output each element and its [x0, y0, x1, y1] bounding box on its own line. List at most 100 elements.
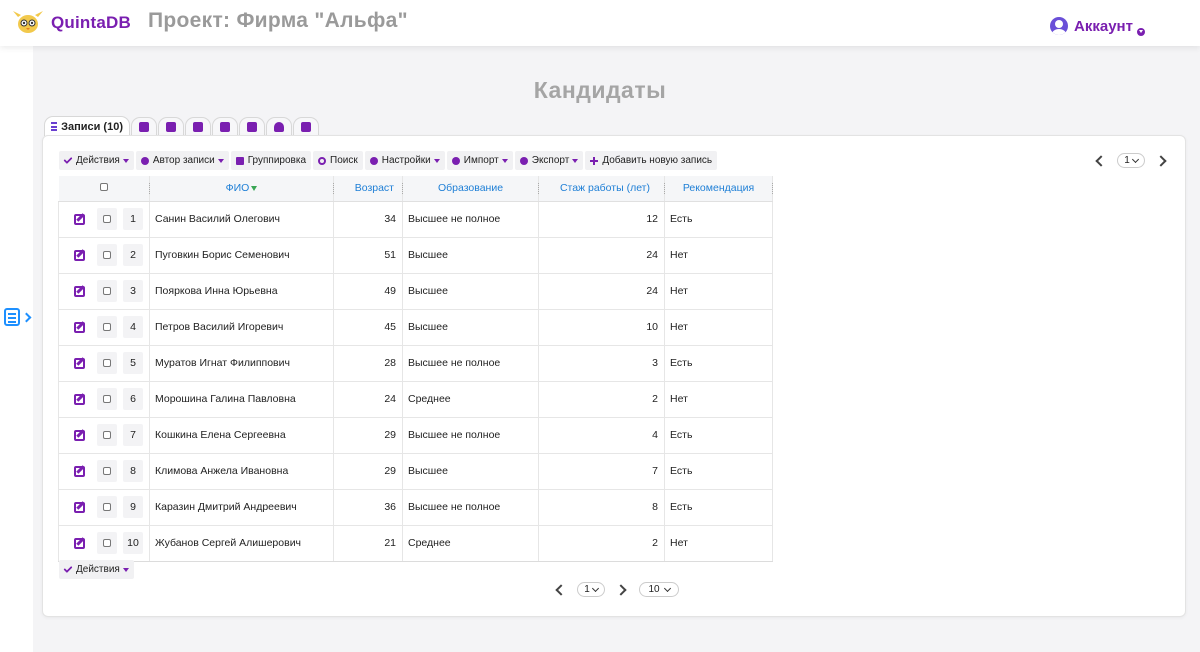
cell-fio[interactable]: Пояркова Инна Юрьевна — [149, 273, 334, 310]
row-checkbox[interactable] — [103, 539, 111, 547]
cell-experience[interactable]: 8 — [538, 489, 665, 526]
row-checkbox[interactable] — [103, 323, 111, 331]
cell-recommendation[interactable]: Есть — [664, 417, 773, 454]
cell-experience[interactable]: 7 — [538, 453, 665, 490]
cell-fio[interactable]: Кошкина Елена Сергеевна — [149, 417, 334, 454]
cell-education[interactable]: Высшее — [402, 453, 539, 490]
logo-icon[interactable] — [10, 9, 46, 35]
cell-education[interactable]: Высшее — [402, 237, 539, 274]
cell-education[interactable]: Высшее не полное — [402, 201, 539, 238]
cell-education[interactable]: Высшее не полное — [402, 345, 539, 382]
account-menu[interactable]: Аккаунт — [1050, 15, 1145, 37]
cell-age[interactable]: 51 — [333, 237, 403, 274]
cell-age[interactable]: 45 — [333, 309, 403, 346]
cell-recommendation[interactable]: Есть — [664, 453, 773, 490]
select-all-checkbox[interactable] — [99, 183, 108, 192]
cell-fio[interactable]: Санин Василий Олегович — [149, 201, 334, 238]
cell-experience[interactable]: 24 — [538, 237, 665, 274]
prev-page-icon[interactable] — [555, 583, 567, 596]
cell-education[interactable]: Высшее — [402, 309, 539, 346]
column-header-age[interactable]: Возраст — [333, 176, 403, 202]
edit-icon[interactable] — [74, 393, 85, 405]
column-header-fio[interactable]: ФИО — [149, 176, 334, 202]
row-checkbox[interactable] — [103, 359, 111, 367]
cell-recommendation[interactable]: Есть — [664, 201, 773, 238]
page-select[interactable]: 1 — [577, 582, 605, 597]
add-record-button[interactable]: Добавить новую запись — [585, 151, 718, 170]
cell-education[interactable]: Среднее — [402, 525, 539, 562]
settings-button[interactable]: Настройки — [364, 151, 445, 170]
next-page-icon[interactable] — [615, 583, 627, 596]
author-filter-button[interactable]: Автор записи — [135, 151, 229, 170]
edit-icon[interactable] — [74, 537, 85, 549]
cell-fio[interactable]: Петров Василий Игоревич — [149, 309, 334, 346]
grouping-button[interactable]: Группировка — [230, 151, 312, 170]
edit-icon[interactable] — [74, 321, 85, 333]
column-header-recommendation[interactable]: Рекомендация — [664, 176, 773, 202]
cell-recommendation[interactable]: Есть — [664, 345, 773, 382]
export-button[interactable]: Экспорт — [514, 151, 584, 170]
brand-name[interactable]: QuintaDB — [51, 13, 131, 33]
cell-age[interactable]: 34 — [333, 201, 403, 238]
sidebar-toggle[interactable] — [4, 307, 34, 327]
column-header-education[interactable]: Образование — [402, 176, 539, 202]
row-checkbox[interactable] — [103, 467, 111, 475]
row-checkbox[interactable] — [103, 215, 111, 223]
cell-fio[interactable]: Морошина Галина Павловна — [149, 381, 334, 418]
tab-reports[interactable] — [158, 117, 184, 136]
search-button[interactable]: Поиск — [313, 151, 363, 170]
cell-experience[interactable]: 2 — [538, 381, 665, 418]
cell-experience[interactable]: 12 — [538, 201, 665, 238]
tab-notifications[interactable] — [266, 117, 292, 136]
cell-age[interactable]: 28 — [333, 345, 403, 382]
cell-recommendation[interactable]: Нет — [664, 381, 773, 418]
tab-widget[interactable] — [293, 117, 319, 136]
cell-experience[interactable]: 2 — [538, 525, 665, 562]
cell-recommendation[interactable]: Нет — [664, 525, 773, 562]
page-select[interactable]: 1 — [1117, 153, 1145, 168]
tab-records[interactable]: Записи (10) — [44, 116, 130, 136]
cell-experience[interactable]: 4 — [538, 417, 665, 454]
edit-icon[interactable] — [74, 357, 85, 369]
bottom-actions-button[interactable]: Действия — [59, 560, 134, 579]
edit-icon[interactable] — [74, 429, 85, 441]
row-checkbox[interactable] — [103, 503, 111, 511]
cell-age[interactable]: 36 — [333, 489, 403, 526]
tab-design[interactable] — [212, 117, 238, 136]
cell-age[interactable]: 49 — [333, 273, 403, 310]
edit-icon[interactable] — [74, 249, 85, 261]
tab-calendar[interactable] — [239, 117, 265, 136]
cell-fio[interactable]: Климова Анжела Ивановна — [149, 453, 334, 490]
cell-recommendation[interactable]: Нет — [664, 273, 773, 310]
cell-experience[interactable]: 10 — [538, 309, 665, 346]
import-button[interactable]: Импорт — [446, 151, 513, 170]
cell-education[interactable]: Высшее — [402, 273, 539, 310]
cell-experience[interactable]: 3 — [538, 345, 665, 382]
cell-experience[interactable]: 24 — [538, 273, 665, 310]
cell-age[interactable]: 29 — [333, 453, 403, 490]
edit-icon[interactable] — [74, 501, 85, 513]
per-page-select[interactable]: 10 — [639, 582, 679, 597]
row-checkbox[interactable] — [103, 287, 111, 295]
actions-button[interactable]: Действия — [59, 151, 134, 170]
cell-recommendation[interactable]: Есть — [664, 489, 773, 526]
edit-icon[interactable] — [74, 465, 85, 477]
cell-education[interactable]: Высшее не полное — [402, 489, 539, 526]
row-checkbox[interactable] — [103, 251, 111, 259]
tab-form[interactable] — [131, 117, 157, 136]
next-page-icon[interactable] — [1155, 154, 1167, 167]
row-checkbox[interactable] — [103, 395, 111, 403]
cell-fio[interactable]: Каразин Дмитрий Андреевич — [149, 489, 334, 526]
cell-age[interactable]: 29 — [333, 417, 403, 454]
tab-table-view[interactable] — [185, 117, 211, 136]
cell-education[interactable]: Высшее не полное — [402, 417, 539, 454]
column-header-experience[interactable]: Стаж работы (лет) — [538, 176, 665, 202]
edit-icon[interactable] — [74, 213, 85, 225]
prev-page-icon[interactable] — [1095, 154, 1107, 167]
cell-fio[interactable]: Муратов Игнат Филиппович — [149, 345, 334, 382]
edit-icon[interactable] — [74, 285, 85, 297]
cell-fio[interactable]: Жубанов Сергей Алишерович — [149, 525, 334, 562]
cell-recommendation[interactable]: Нет — [664, 237, 773, 274]
row-checkbox[interactable] — [103, 431, 111, 439]
cell-fio[interactable]: Пуговкин Борис Семенович — [149, 237, 334, 274]
